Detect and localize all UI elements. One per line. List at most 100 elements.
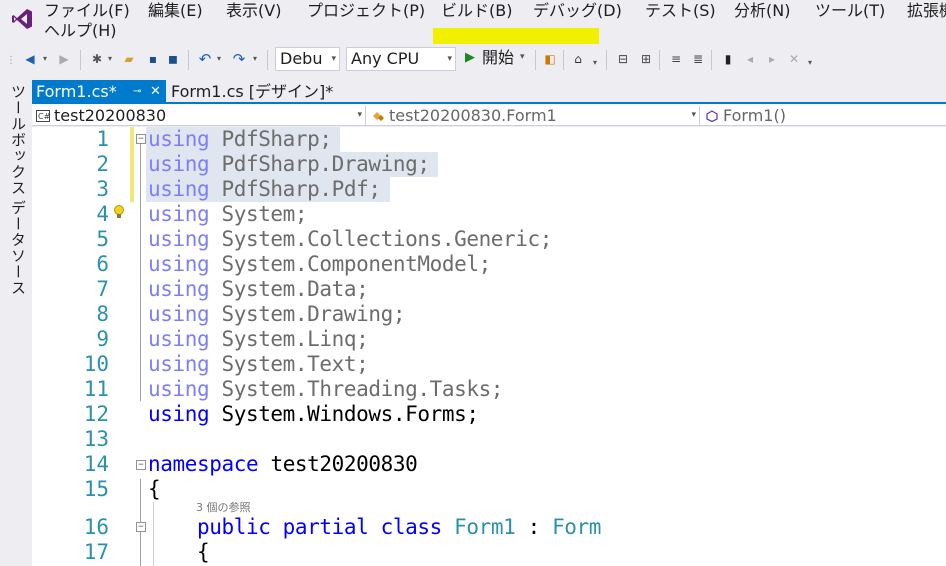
code-line[interactable]: 1 using PdfSharp; xyxy=(32,127,946,152)
code-line[interactable]: 6 using System.ComponentModel; xyxy=(32,252,946,277)
back-dropdown-icon[interactable]: ▾ xyxy=(43,54,47,63)
code-token: System.Windows.Forms; xyxy=(209,402,479,426)
line-number: 2 xyxy=(96,152,109,176)
datasources-tab[interactable]: データソース xyxy=(8,200,29,296)
separator xyxy=(659,50,660,70)
code-line[interactable]: 16 public partial class Form1 : Form xyxy=(32,515,946,540)
menu-debug[interactable]: デバッグ(D) xyxy=(533,1,622,21)
separator xyxy=(606,50,607,70)
code-editor[interactable]: − − − 3 個の参照 1 using PdfSharp; 2 using PdfS… xyxy=(32,127,946,566)
navigation-bar: C# test20200830 ▾ test20200830.Form1 ▾ Fo… xyxy=(32,104,946,126)
code-text: using System.Collections.Generic; xyxy=(148,227,552,252)
code-line[interactable]: 4 using System; xyxy=(32,202,946,227)
line-number: 7 xyxy=(96,277,109,301)
close-icon[interactable]: ✕ xyxy=(150,80,161,104)
prev-bookmark-icon[interactable]: ◂ xyxy=(741,50,759,68)
undo-icon[interactable]: ↶ xyxy=(196,50,214,68)
code-line[interactable]: 3 using PdfSharp.Pdf; xyxy=(32,177,946,202)
menu-edit[interactable]: 編集(E) xyxy=(148,1,203,21)
forward-icon[interactable]: ▶ xyxy=(55,50,73,68)
code-line[interactable]: 7 using System.Data; xyxy=(32,277,946,302)
code-line[interactable]: 8 using System.Drawing; xyxy=(32,302,946,327)
code-line[interactable]: 13 xyxy=(32,427,946,452)
code-token: System.Threading.Tasks; xyxy=(209,377,504,401)
code-token: using xyxy=(148,327,210,351)
toolbar-overflow-icon[interactable]: ▾ xyxy=(593,58,597,67)
code-token: { xyxy=(148,477,161,501)
menu-extensions[interactable]: 拡張機 xyxy=(907,1,946,21)
code-text: public partial class Form1 : Form xyxy=(148,515,601,540)
toolbox-tab[interactable]: ツールボックス xyxy=(8,84,29,196)
undo-dropdown-icon[interactable]: ▾ xyxy=(217,54,221,63)
project-name: test20200830 xyxy=(54,106,167,125)
code-token: : xyxy=(515,515,553,539)
configuration-select[interactable]: Debu ▾ xyxy=(275,47,340,71)
redo-dropdown-icon[interactable]: ▾ xyxy=(253,54,257,63)
bookmark-icon[interactable]: ▮ xyxy=(719,50,737,68)
pin-icon[interactable]: ⊸ xyxy=(133,80,141,104)
code-line[interactable]: 5 using System.Collections.Generic; xyxy=(32,227,946,252)
clear-bookmarks-icon[interactable]: ✕ xyxy=(785,50,803,68)
code-text: { xyxy=(148,540,210,565)
open-folder-icon[interactable]: ▰ xyxy=(120,50,138,68)
project-dropdown[interactable]: C# test20200830 ▾ xyxy=(34,106,366,125)
tab-form1-cs[interactable]: Form1.cs* ⊸ ✕ xyxy=(32,80,166,104)
line-number: 6 xyxy=(96,252,109,276)
menu-tools[interactable]: ツール(T) xyxy=(815,1,885,21)
code-text: using System.Text; xyxy=(148,352,369,377)
tab-form1-design[interactable]: Form1.cs [デザイン]* xyxy=(171,80,333,104)
code-token: partial xyxy=(270,515,369,539)
separator xyxy=(267,50,268,70)
redo-icon[interactable]: ↷ xyxy=(230,50,248,68)
hot-reload-icon[interactable]: ⌂ xyxy=(569,50,587,68)
start-button[interactable]: ▶ 開始 ▾ xyxy=(462,47,532,71)
code-line[interactable]: 2 using PdfSharp.Drawing; xyxy=(32,152,946,177)
menu-project[interactable]: プロジェクト(P) xyxy=(307,1,425,21)
code-line[interactable]: 9 using System.Linq; xyxy=(32,327,946,352)
class-name: test20200830.Form1 xyxy=(389,106,557,125)
chevron-down-icon: ▾ xyxy=(447,54,452,64)
uncomment-icon[interactable]: ≣ xyxy=(689,50,707,68)
code-token: using xyxy=(148,377,210,401)
class-icon xyxy=(373,112,384,121)
member-dropdown[interactable]: Form1() xyxy=(703,106,946,125)
platform-select[interactable]: Any CPU ▾ xyxy=(346,47,456,71)
code-token: System.Drawing; xyxy=(209,302,406,326)
code-text: using System.Threading.Tasks; xyxy=(148,377,503,402)
menu-file[interactable]: ファイル(F) xyxy=(44,1,130,21)
back-icon[interactable]: ◀ xyxy=(21,50,39,68)
document-tabs: Form1.cs* ⊸ ✕ Form1.cs [デザイン]* xyxy=(32,80,946,104)
code-line[interactable]: 17 { xyxy=(32,540,946,565)
code-token: PdfSharp.Pdf; xyxy=(209,177,381,201)
code-line[interactable]: 14 namespace test20200830 xyxy=(32,452,946,477)
save-all-icon[interactable]: ◼ xyxy=(164,50,182,68)
method-icon xyxy=(706,110,718,122)
step-over-icon[interactable]: ⊞ xyxy=(637,50,655,68)
code-line[interactable]: 10 using System.Text; xyxy=(32,352,946,377)
class-dropdown[interactable]: test20200830.Form1 ▾ xyxy=(369,106,700,125)
new-dropdown-icon[interactable]: ▾ xyxy=(108,54,112,63)
toolbar-overflow-icon[interactable]: ▾ xyxy=(808,58,812,67)
menu-build[interactable]: ビルド(B) xyxy=(441,1,512,21)
menu-test[interactable]: テスト(S) xyxy=(645,1,716,21)
code-text: using System.Windows.Forms; xyxy=(148,402,479,427)
play-icon: ▶ xyxy=(465,50,475,65)
code-line[interactable]: 11 using System.Threading.Tasks; xyxy=(32,377,946,402)
code-line[interactable]: 15 { xyxy=(32,477,946,502)
menu-help[interactable]: ヘルプ(H) xyxy=(44,21,117,41)
next-bookmark-icon[interactable]: ▸ xyxy=(763,50,781,68)
menu-view[interactable]: 表示(V) xyxy=(226,1,281,21)
menu-analyze[interactable]: 分析(N) xyxy=(734,1,790,21)
line-number: 17 xyxy=(83,540,109,564)
code-line[interactable]: 12 using System.Windows.Forms; xyxy=(32,402,946,427)
visual-studio-logo-icon xyxy=(12,9,32,29)
separator xyxy=(80,50,81,70)
step-into-icon[interactable]: ⊟ xyxy=(614,50,632,68)
save-icon[interactable]: ▪ xyxy=(144,50,162,68)
start-dropdown-icon[interactable]: ▾ xyxy=(520,52,525,62)
code-token: System.Linq; xyxy=(209,327,369,351)
new-project-icon[interactable]: ✱ xyxy=(88,50,106,68)
browser-link-icon[interactable]: ◧ xyxy=(541,50,559,68)
comment-icon[interactable]: ≡ xyxy=(667,50,685,68)
code-token: public xyxy=(148,515,271,539)
